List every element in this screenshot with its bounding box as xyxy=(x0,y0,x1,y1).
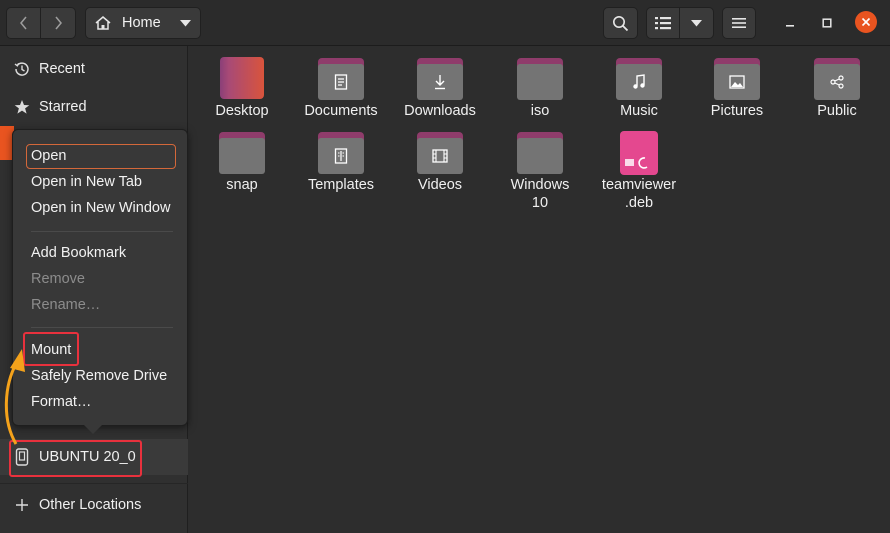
sidebar-divider xyxy=(0,483,188,484)
folder-icon xyxy=(516,57,564,101)
film-icon xyxy=(431,147,449,165)
music-folder-icon xyxy=(615,57,663,101)
documents-folder-icon xyxy=(317,57,365,101)
public-folder-icon xyxy=(813,57,861,101)
file-item-snap[interactable]: snap xyxy=(192,131,292,194)
desktop-folder-icon xyxy=(218,57,266,101)
view-options-button[interactable] xyxy=(679,7,714,39)
maximize-button[interactable] xyxy=(816,12,838,34)
sidebar-item-other-locations[interactable]: Other Locations xyxy=(0,486,188,524)
forward-button[interactable] xyxy=(40,7,76,39)
menu-item-open[interactable]: Open xyxy=(31,144,66,168)
document-icon xyxy=(332,73,350,91)
file-name: Downloads xyxy=(404,103,476,119)
file-item-public[interactable]: Public xyxy=(787,57,887,120)
sidebar-item-label: Other Locations xyxy=(39,497,142,513)
file-name: teamviewer .deb xyxy=(601,177,677,211)
file-name: snap xyxy=(226,177,258,193)
list-view-button[interactable] xyxy=(646,7,680,39)
close-icon xyxy=(861,17,871,27)
file-item-music[interactable]: Music xyxy=(589,57,689,120)
download-icon xyxy=(431,73,449,91)
location-button[interactable]: Home xyxy=(85,7,201,39)
file-name: Public xyxy=(817,103,857,119)
menu-item-add-bookmark[interactable]: Add Bookmark xyxy=(31,241,126,265)
file-item-desktop[interactable]: Desktop xyxy=(192,57,292,120)
file-item-teamviewer-deb[interactable]: teamviewer .deb xyxy=(589,131,689,212)
file-item-iso[interactable]: iso xyxy=(490,57,590,120)
chevron-right-icon xyxy=(55,16,62,30)
folder-icon xyxy=(516,131,564,175)
downloads-folder-icon xyxy=(416,57,464,101)
file-name: Documents xyxy=(304,103,378,119)
search-icon xyxy=(613,15,629,31)
file-name: Templates xyxy=(307,177,375,193)
maximize-icon xyxy=(822,18,832,28)
file-item-windows-10[interactable]: Windows 10 xyxy=(490,131,590,212)
file-item-downloads[interactable]: Downloads xyxy=(390,57,490,120)
menu-separator xyxy=(31,231,173,232)
deb-package-icon xyxy=(615,131,663,175)
context-menu: Open Open in New Tab Open in New Window … xyxy=(12,129,188,426)
menu-item-remove: Remove xyxy=(31,271,85,287)
star-icon xyxy=(14,99,30,115)
file-name: Windows 10 xyxy=(510,177,570,211)
file-item-pictures[interactable]: Pictures xyxy=(687,57,787,120)
home-icon xyxy=(95,16,111,30)
music-note-icon xyxy=(630,73,648,91)
template-icon xyxy=(332,147,350,165)
sidebar-item-starred[interactable]: Starred xyxy=(0,88,188,126)
annotation-highlight-drive xyxy=(9,440,142,477)
menu-item-rename: Rename… xyxy=(31,297,101,313)
annotation-highlight-mount xyxy=(23,332,79,366)
plus-icon xyxy=(14,497,30,513)
close-button[interactable] xyxy=(855,11,877,33)
list-view-icon xyxy=(655,17,671,30)
minimize-button[interactable] xyxy=(779,12,801,34)
file-name: Desktop xyxy=(215,103,269,119)
file-view: Desktop Documents Downloads iso Music Pi… xyxy=(189,47,890,533)
share-icon xyxy=(828,73,846,91)
location-label: Home xyxy=(122,15,161,31)
file-name: iso xyxy=(530,103,550,119)
menu-item-open-new-tab[interactable]: Open in New Tab xyxy=(31,170,142,194)
minimize-icon xyxy=(786,25,794,27)
sidebar-item-recent[interactable]: Recent xyxy=(0,50,188,88)
videos-folder-icon xyxy=(416,131,464,175)
folder-icon xyxy=(218,131,266,175)
back-button[interactable] xyxy=(6,7,41,39)
hamburger-icon xyxy=(732,18,746,28)
menu-separator xyxy=(31,327,173,328)
file-item-documents[interactable]: Documents xyxy=(291,57,391,120)
templates-folder-icon xyxy=(317,131,365,175)
file-item-videos[interactable]: Videos xyxy=(390,131,490,194)
main-menu-button[interactable] xyxy=(722,7,756,39)
chevron-down-icon xyxy=(691,19,702,26)
menu-item-format[interactable]: Format… xyxy=(31,390,91,414)
picture-icon xyxy=(728,73,746,91)
menu-item-open-new-window[interactable]: Open in New Window xyxy=(31,196,170,220)
context-menu-pointer xyxy=(84,425,102,434)
sidebar-item-label: Recent xyxy=(39,61,85,77)
file-name: Music xyxy=(620,103,658,119)
file-name: Videos xyxy=(417,177,463,193)
file-name: Pictures xyxy=(710,103,764,119)
header-bar: Home xyxy=(0,0,890,46)
menu-item-safely-remove-drive[interactable]: Safely Remove Drive xyxy=(31,364,167,388)
clock-icon xyxy=(14,61,30,77)
pictures-folder-icon xyxy=(713,57,761,101)
chevron-left-icon xyxy=(19,16,27,30)
file-item-templates[interactable]: Templates xyxy=(291,131,391,194)
search-button[interactable] xyxy=(603,7,638,39)
chevron-down-icon xyxy=(180,19,191,26)
sidebar-item-label: Starred xyxy=(39,99,87,115)
